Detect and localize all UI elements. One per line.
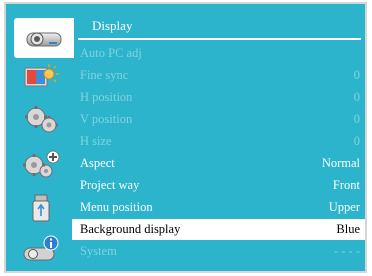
setting-gear-icon: [25, 106, 58, 133]
memory-viewer-icon: [32, 194, 50, 222]
menu-item-value: - - - -: [333, 244, 360, 258]
menu-item-background-display[interactable]: Background display Blue: [72, 219, 365, 240]
menu-item-value: Normal: [321, 156, 360, 170]
info-icon: [23, 235, 59, 261]
menu-item-system[interactable]: System - - - -: [72, 241, 365, 262]
menu-item-label: H position: [80, 90, 133, 104]
title-divider: [78, 38, 361, 40]
color-adjust-icon: [24, 64, 59, 87]
menu-panel: Display Auto PC adj Fine sync 0 H positi…: [72, 4, 365, 271]
menu-item-value: Upper: [328, 200, 360, 214]
sidebar-item-information[interactable]: [12, 232, 70, 268]
menu-item-label: Auto PC adj: [80, 46, 142, 60]
osd-menu: Display Auto PC adj Fine sync 0 H positi…: [4, 2, 367, 273]
menu-item-value: Front: [332, 178, 360, 192]
menu-item-v-position[interactable]: V position 0: [72, 109, 365, 130]
sidebar-item-expanded-setting[interactable]: [12, 147, 70, 183]
menu-item-label: Menu position: [80, 200, 153, 214]
sidebar-item-color-adjust[interactable]: [12, 59, 70, 95]
menu-item-label: H size: [80, 134, 112, 148]
menu-item-value: 0: [353, 68, 360, 82]
menu-item-label: Fine sync: [80, 68, 129, 82]
menu-item-label: Background display: [80, 222, 181, 236]
sidebar: [6, 4, 74, 271]
menu-item-label: Aspect: [80, 156, 115, 170]
sidebar-item-display[interactable]: [14, 18, 74, 58]
menu-item-label: System: [80, 244, 117, 258]
sidebar-item-setting[interactable]: [12, 102, 70, 138]
menu-item-label: Project way: [80, 178, 140, 192]
expanded-setting-gear-icon: [23, 150, 60, 178]
display-icon: [26, 32, 62, 47]
menu-item-label: V position: [80, 112, 133, 126]
sidebar-item-memory-viewer[interactable]: [12, 190, 70, 226]
menu-item-value: Blue: [336, 222, 360, 236]
menu-item-aspect[interactable]: Aspect Normal: [72, 153, 365, 174]
menu-item-fine-sync[interactable]: Fine sync 0: [72, 65, 365, 86]
menu-item-value: 0: [353, 112, 360, 126]
menu-item-value: 0: [353, 90, 360, 104]
menu-item-h-size[interactable]: H size 0: [72, 131, 365, 152]
menu-title: Display: [92, 18, 133, 33]
menu-item-menu-position[interactable]: Menu position Upper: [72, 197, 365, 218]
menu-item-auto-pc-adj[interactable]: Auto PC adj: [72, 43, 365, 64]
menu-item-project-way[interactable]: Project way Front: [72, 175, 365, 196]
menu-item-value: 0: [353, 134, 360, 148]
menu-item-h-position[interactable]: H position 0: [72, 87, 365, 108]
